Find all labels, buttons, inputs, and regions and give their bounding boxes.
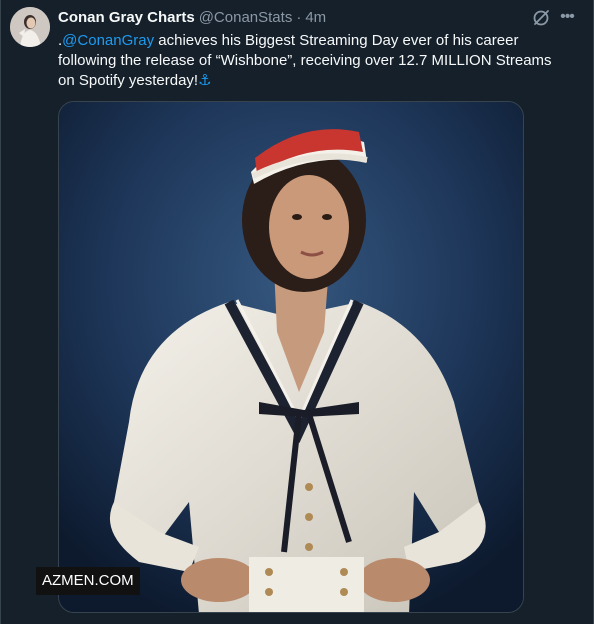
photo-illustration bbox=[59, 102, 523, 612]
anchor-emoji: ⚓ bbox=[198, 72, 212, 89]
separator-dot: · bbox=[296, 9, 302, 26]
tweet-photo[interactable] bbox=[58, 101, 524, 613]
more-options-icon[interactable]: ••• bbox=[557, 8, 577, 28]
grok-icon[interactable] bbox=[531, 8, 551, 28]
watermark: AZMEN.COM bbox=[36, 567, 140, 595]
author-name[interactable]: Conan Gray Charts bbox=[58, 9, 195, 27]
author-handle[interactable]: @ConanStats bbox=[199, 9, 293, 27]
avatar[interactable] bbox=[10, 7, 50, 47]
tweet-header: Conan Gray Charts @ConanStats · 4m bbox=[58, 9, 514, 27]
mention-link[interactable]: @ConanGray bbox=[62, 32, 154, 49]
tweet-text: .@ConanGray achieves his Biggest Streami… bbox=[58, 31, 568, 91]
timestamp[interactable]: 4m bbox=[305, 9, 326, 27]
